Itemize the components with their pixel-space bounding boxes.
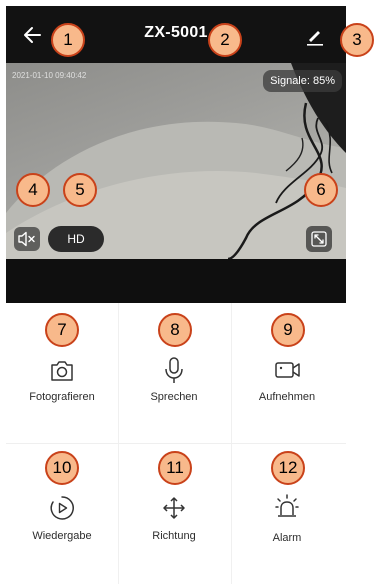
callout-marker: 4: [16, 173, 50, 207]
callout-marker: 8: [158, 313, 192, 347]
live-video-feed[interactable]: 2021-01-10 09:40:42 Signale: 85% HD: [6, 63, 346, 259]
callout-marker: 12: [271, 451, 305, 485]
action-label: Wiedergabe: [32, 530, 92, 542]
callout-marker: 11: [158, 451, 192, 485]
alarm-light-icon: [275, 494, 299, 517]
callout-marker: 3: [340, 23, 374, 57]
speaker-mute-icon: [18, 231, 35, 247]
action-label: Aufnehmen: [258, 391, 316, 403]
video-timestamp: 2021-01-10 09:40:42: [12, 71, 87, 80]
quality-hd-button[interactable]: HD: [48, 226, 104, 252]
callout-marker: 7: [45, 313, 79, 347]
callout-marker: 1: [51, 23, 85, 57]
callout-marker: 10: [45, 451, 79, 485]
mute-button[interactable]: [14, 227, 40, 251]
fullscreen-icon: [311, 231, 327, 247]
callout-marker: 6: [304, 173, 338, 207]
playback-icon: [50, 496, 74, 520]
pencil-icon[interactable]: [304, 26, 326, 46]
action-label: Richtung: [152, 530, 196, 542]
microphone-icon: [165, 357, 183, 383]
action-label: Fotografieren: [29, 391, 95, 403]
video-bottom-band: [6, 259, 346, 303]
camera-app: ZX-5001 2021-01-10 09:40:42 Signale: 85%…: [6, 6, 346, 584]
callout-marker: 5: [63, 173, 97, 207]
callout-marker: 2: [208, 23, 242, 57]
fullscreen-button[interactable]: [306, 226, 332, 252]
action-label: Alarm: [272, 532, 302, 544]
callout-marker: 9: [271, 313, 305, 347]
camera-icon: [51, 361, 73, 381]
direction-arrows-icon: [163, 497, 185, 519]
signal-strength-label: Signale: 85%: [263, 70, 342, 92]
video-record-icon: [275, 362, 300, 378]
action-label: Sprechen: [150, 391, 198, 403]
